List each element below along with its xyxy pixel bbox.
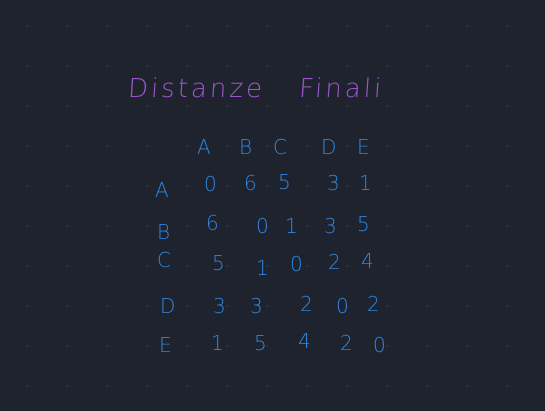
column-header-a: A — [197, 135, 212, 159]
cell-d-d: 0 — [336, 294, 350, 318]
cell-d-c: 2 — [300, 292, 314, 316]
whiteboard-canvas[interactable]: Distanze Finali A B C D E A 0 6 5 3 1 B 6… — [0, 0, 545, 411]
cell-c-e: 4 — [361, 249, 375, 273]
row-label-d: D — [160, 294, 177, 318]
cell-d-a: 3 — [213, 294, 227, 318]
cell-c-c: 0 — [290, 252, 304, 276]
page-title: Distanze Finali — [126, 74, 386, 104]
cell-b-c: 1 — [285, 214, 299, 238]
cell-e-a: 1 — [211, 331, 225, 355]
row-label-c: C — [157, 248, 172, 272]
column-header-b: B — [239, 135, 254, 159]
row-label-e: E — [159, 333, 173, 357]
cell-b-d: 3 — [324, 214, 338, 238]
title-word-finali: Finali — [297, 74, 386, 104]
cell-a-e: 1 — [359, 171, 373, 195]
cell-b-e: 5 — [357, 212, 371, 236]
title-word-distanze: Distanze — [126, 74, 267, 104]
row-label-b: B — [157, 220, 172, 244]
cell-a-c: 5 — [278, 170, 292, 194]
column-header-d: D — [321, 135, 338, 159]
cell-e-c: 4 — [298, 329, 312, 353]
cell-a-d: 3 — [327, 171, 341, 195]
cell-e-b: 5 — [254, 331, 268, 355]
column-header-c: C — [273, 135, 288, 159]
cell-c-d: 2 — [328, 250, 342, 274]
cell-d-b: 3 — [250, 294, 264, 318]
cell-e-d: 2 — [340, 331, 354, 355]
cell-a-a: 0 — [204, 172, 218, 196]
cell-b-b: 0 — [256, 214, 270, 238]
row-label-a: A — [155, 178, 170, 202]
cell-e-e: 0 — [373, 333, 387, 357]
cell-c-a: 5 — [212, 251, 226, 275]
cell-c-b: 1 — [256, 256, 270, 280]
cell-d-e: 2 — [367, 292, 381, 316]
column-header-e: E — [357, 135, 371, 159]
cell-a-b: 6 — [244, 171, 258, 195]
cell-b-a: 6 — [206, 211, 220, 235]
